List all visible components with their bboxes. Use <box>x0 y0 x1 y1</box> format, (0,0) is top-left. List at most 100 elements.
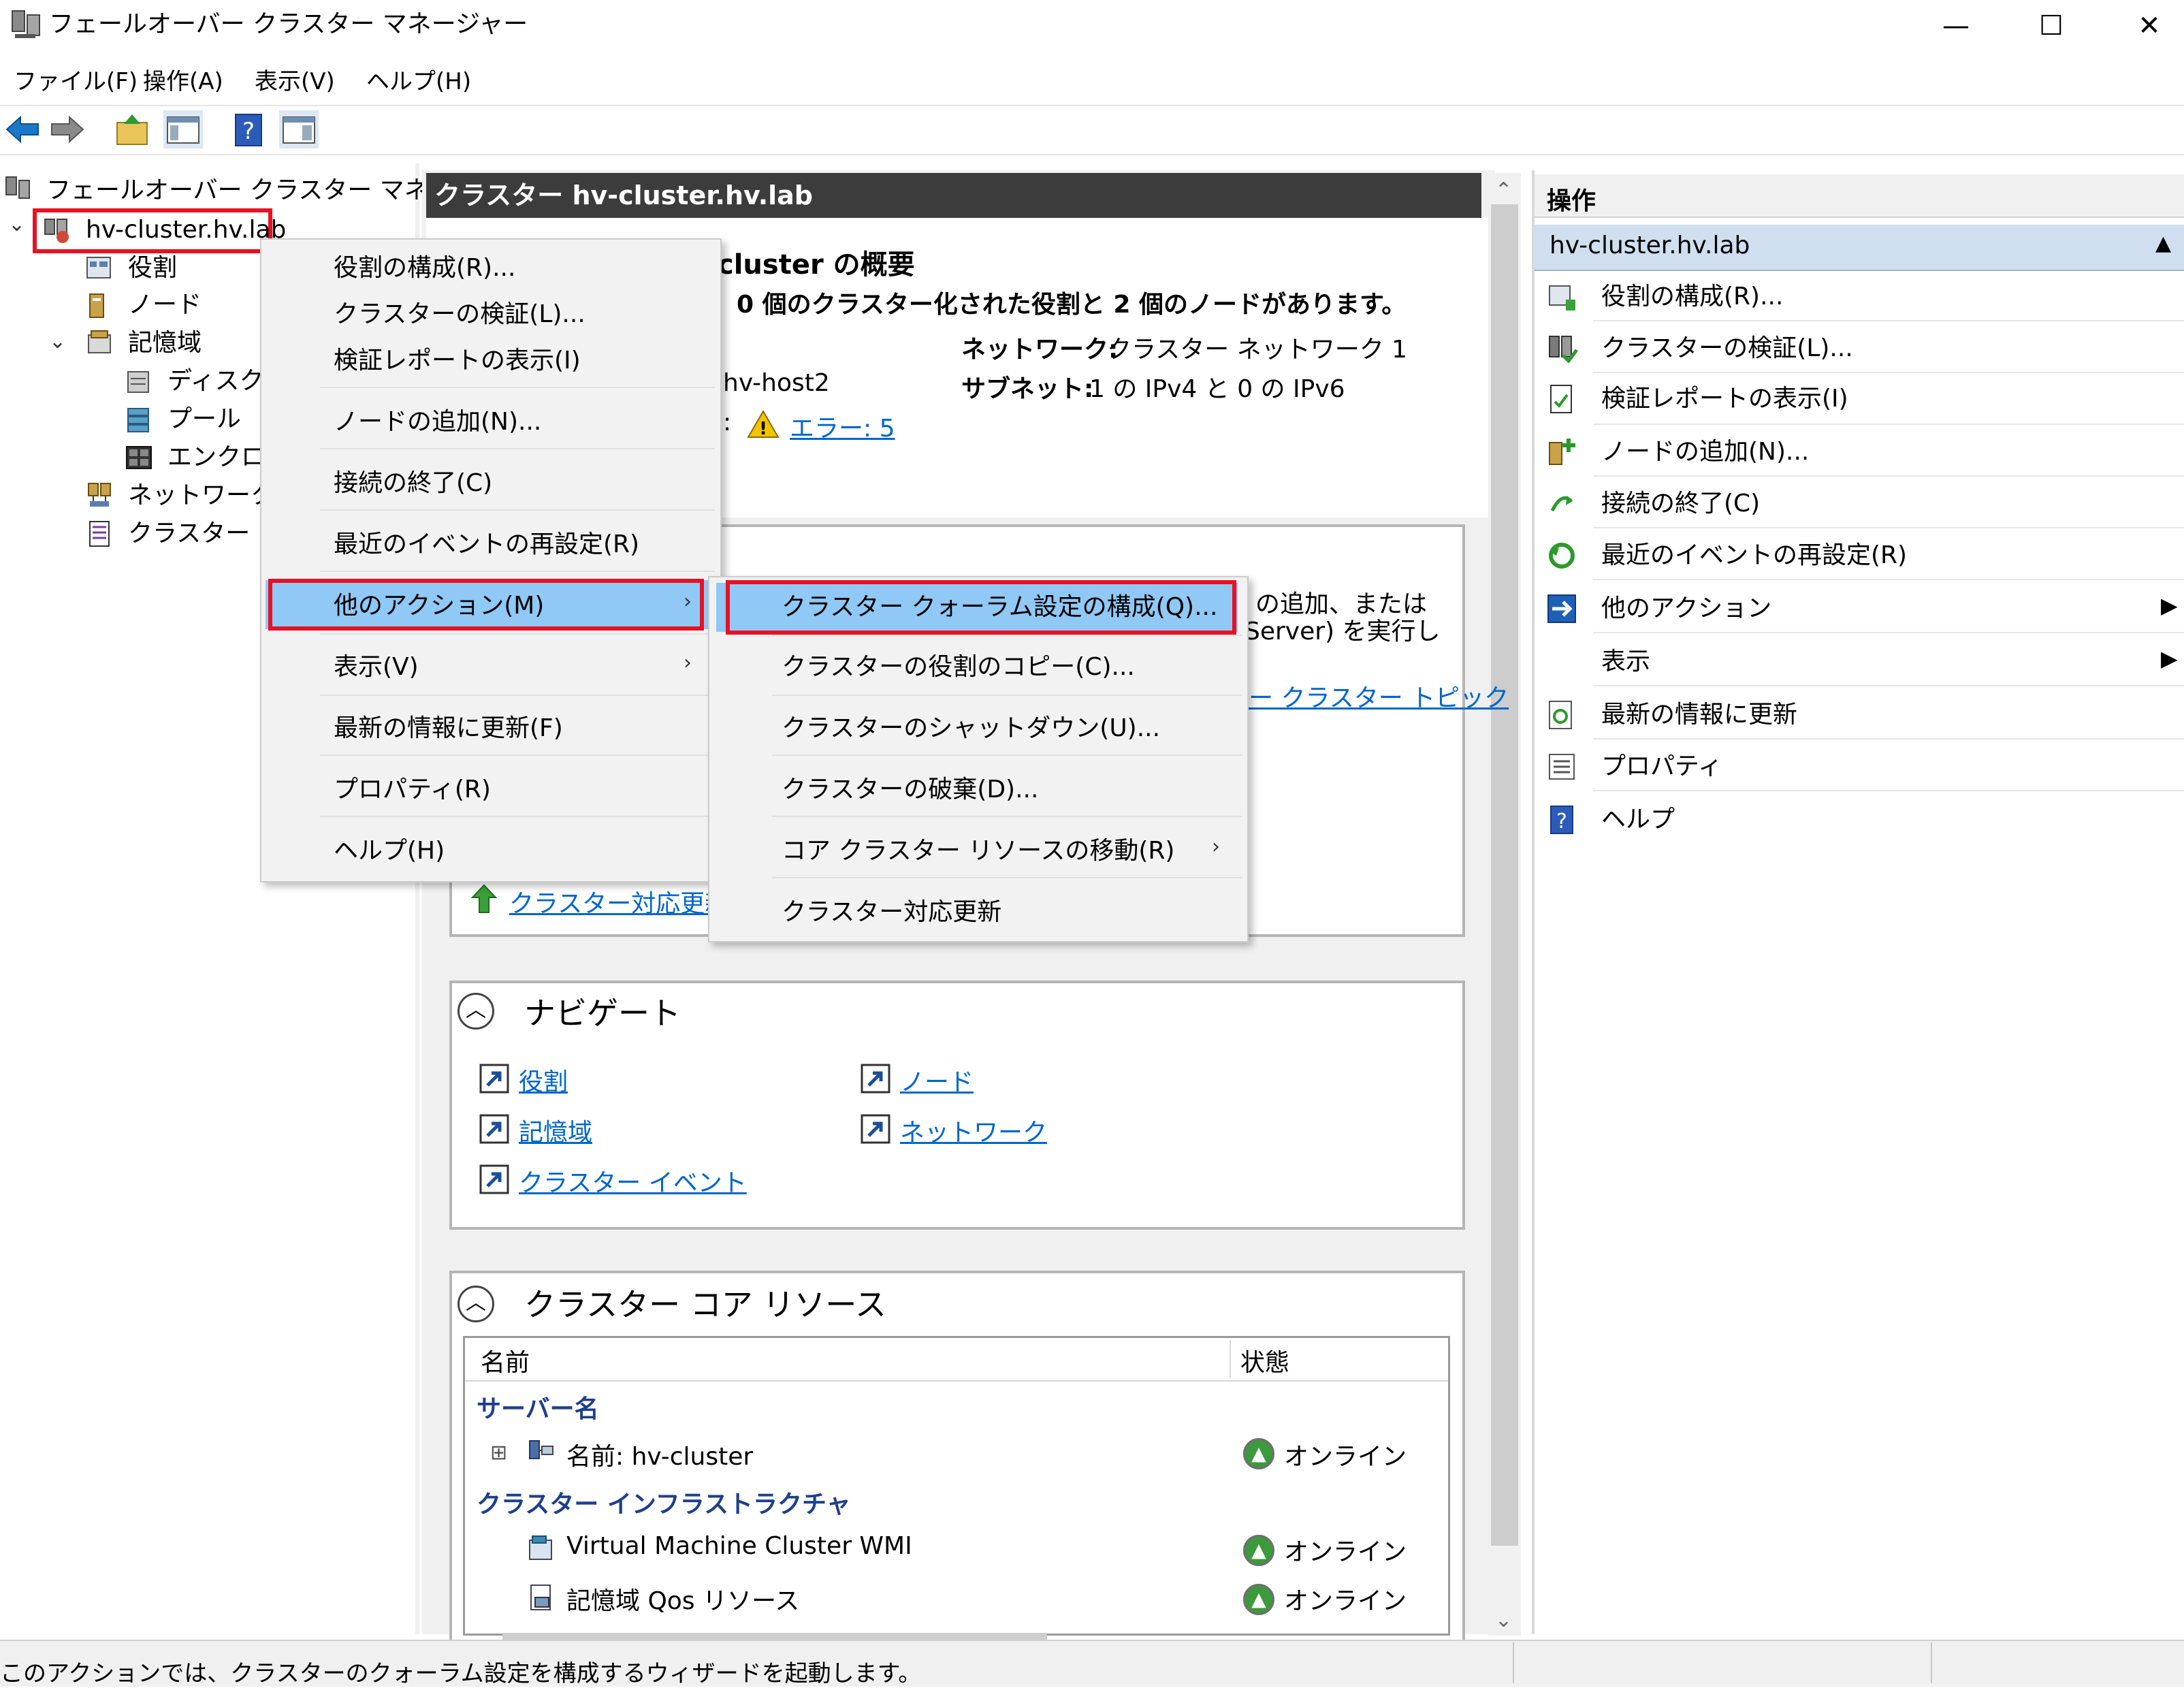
action-reset-recent-events[interactable]: 最近のイベントの再設定(R) <box>1601 539 1907 572</box>
separator <box>772 877 1242 878</box>
group-server-name: サーバー名 <box>477 1395 599 1423</box>
close-button[interactable]: ✕ <box>2119 5 2180 46</box>
separator <box>1593 579 2184 580</box>
action-refresh[interactable]: 最新の情報に更新 <box>1601 699 1797 731</box>
reset-events-icon <box>1549 543 1575 569</box>
server-name-item[interactable]: 名前: hv-cluster <box>566 1437 753 1472</box>
validation-report-icon <box>1550 385 1572 413</box>
ctx-refresh[interactable]: 最新の情報に更新(F) <box>334 712 563 745</box>
menu-action[interactable]: 操作(A) <box>143 65 223 98</box>
tree-roles-label[interactable]: 役割 <box>128 252 177 285</box>
error-events-link[interactable]: エラー: 5 <box>790 409 895 444</box>
menu-file[interactable]: ファイル(F) <box>14 65 138 98</box>
submenu-arrow-icon[interactable]: ▶ <box>2161 646 2178 671</box>
nav-roles-link[interactable]: 役割 <box>519 1062 568 1098</box>
actions-section-title[interactable]: hv-cluster.hv.lab <box>1549 232 1750 259</box>
cluster-topics-link[interactable]: ー クラスター トピック <box>1249 678 1509 714</box>
collapse-core-resources-icon[interactable]: ︿ <box>457 1286 494 1322</box>
svg-text:!: ! <box>759 419 767 439</box>
ctx-help[interactable]: ヘルプ(H) <box>334 835 445 867</box>
nav-cluster-events-link[interactable]: クラスター イベント <box>519 1163 747 1198</box>
vm-cluster-wmi-icon <box>529 1535 552 1560</box>
action-more-actions[interactable]: 他のアクション <box>1601 592 1771 625</box>
storage-icon <box>88 330 111 353</box>
server-name-icon <box>529 1440 553 1459</box>
show-hide-action-pane-icon[interactable] <box>279 110 319 148</box>
minimize-button[interactable]: — <box>1925 5 1987 46</box>
window-title: フェールオーバー クラスター マネージャー <box>49 10 528 38</box>
nav-storage-link[interactable]: 記憶域 <box>519 1113 592 1148</box>
nav-networks-link[interactable]: ネットワーク <box>900 1113 1047 1148</box>
menu-help[interactable]: ヘルプ(H) <box>366 65 471 98</box>
action-view-validation-report[interactable]: 検証レポートの表示(I) <box>1601 383 1848 415</box>
ctx-validate-cluster[interactable]: クラスターの検証(L)... <box>334 298 585 331</box>
properties-icon <box>1549 754 1575 780</box>
cluster-aware-updating-link[interactable]: クラスター対応更新 <box>509 884 729 919</box>
submenu-copy-cluster-roles[interactable]: クラスターの役割のコピー(C)... <box>782 651 1135 684</box>
chevron-down-icon[interactable]: ⌄ <box>49 330 66 353</box>
action-properties[interactable]: プロパティ <box>1601 750 1722 783</box>
separator <box>320 816 715 817</box>
submenu-shutdown-cluster[interactable]: クラスターのシャットダウン(U)... <box>782 712 1160 745</box>
action-add-node[interactable]: ノードの追加(N)... <box>1601 436 1809 468</box>
ctx-properties[interactable]: プロパティ(R) <box>334 774 491 806</box>
tree-nodes-label[interactable]: ノード <box>128 289 202 321</box>
ctx-reset-recent-events[interactable]: 最近のイベントの再設定(R) <box>334 528 639 561</box>
results-scrollbar-thumb[interactable] <box>1491 204 1518 1546</box>
failover-cluster-app-icon <box>12 10 40 38</box>
forward-arrow-icon[interactable] <box>48 110 87 148</box>
action-view[interactable]: 表示 <box>1601 646 1650 678</box>
nav-nodes-link[interactable]: ノード <box>900 1062 974 1098</box>
separator <box>1593 527 2184 528</box>
maximize-button[interactable]: ☐ <box>2021 5 2082 46</box>
action-configure-role[interactable]: 役割の構成(R)... <box>1601 281 1783 313</box>
chevron-down-icon[interactable]: ⌄ <box>8 212 25 236</box>
ctx-close-connection[interactable]: 接続の終了(C) <box>334 467 492 500</box>
chevron-right-icon: › <box>1212 835 1220 859</box>
tree-cluster-label[interactable]: hv-cluster.hv.lab <box>86 214 286 246</box>
separator <box>1593 320 2184 321</box>
ctx-view-validation-report[interactable]: 検証レポートの表示(I) <box>334 345 581 377</box>
submenu-configure-quorum[interactable]: クラスター クォーラム設定の構成(Q)... <box>782 591 1217 624</box>
online-status-icon: ▲ <box>1243 1438 1274 1469</box>
submenu-arrow-icon[interactable]: ▶ <box>2161 592 2178 618</box>
cluster-icon <box>44 219 69 243</box>
collapse-triangle-icon[interactable]: ▲ <box>2155 232 2171 255</box>
ctx-view[interactable]: 表示(V) <box>334 651 419 684</box>
infra-item-vm-cluster-wmi[interactable]: Virtual Machine Cluster WMI <box>566 1532 912 1560</box>
up-folder-icon[interactable] <box>113 110 152 148</box>
more-actions-icon <box>1547 594 1576 623</box>
network-icon <box>88 483 111 507</box>
action-help[interactable]: ヘルプ <box>1601 803 1675 836</box>
help-icon[interactable]: ? <box>229 110 268 148</box>
tree-storage-label[interactable]: 記憶域 <box>128 327 202 360</box>
ctx-configure-role[interactable]: 役割の構成(R)... <box>334 252 515 285</box>
tree-disks-label[interactable]: ディスク <box>167 365 263 398</box>
submenu-move-core-resources[interactable]: コア クラスター リソースの移動(R) <box>782 835 1174 867</box>
column-header-status[interactable]: 状態 <box>1240 1343 1289 1378</box>
action-validate-cluster[interactable]: クラスターの検証(L)... <box>1601 332 1853 365</box>
column-header-name[interactable]: 名前 <box>481 1343 530 1378</box>
expand-icon[interactable]: ⊞ <box>490 1441 507 1465</box>
ctx-add-node[interactable]: ノードの追加(N)... <box>334 406 541 439</box>
back-arrow-icon[interactable] <box>3 110 42 148</box>
submenu-cluster-aware-updating[interactable]: クラスター対応更新 <box>782 896 1001 929</box>
scroll-up-arrow-icon[interactable]: ⌃ <box>1495 178 1512 202</box>
show-hide-console-tree-icon[interactable] <box>163 110 203 148</box>
scroll-down-arrow-icon[interactable]: ⌄ <box>1495 1608 1512 1632</box>
menu-view[interactable]: 表示(V) <box>255 65 335 98</box>
separator <box>1593 632 2184 633</box>
collapse-navigate-icon[interactable]: ︿ <box>457 993 494 1030</box>
separator <box>1593 475 2184 477</box>
action-close-connection[interactable]: 接続の終了(C) <box>1601 488 1760 520</box>
close-connection-icon <box>1550 496 1573 512</box>
tree-pools-label[interactable]: プール <box>167 403 241 436</box>
column-divider[interactable] <box>1230 1340 1231 1378</box>
separator <box>320 695 715 696</box>
infra-item-storage-qos[interactable]: 記憶域 Qos リソース <box>566 1581 799 1617</box>
tree-networks-label[interactable]: ネットワーク <box>128 479 275 512</box>
submenu-destroy-cluster[interactable]: クラスターの破棄(D)... <box>782 774 1038 806</box>
actions-header: 操作 <box>1547 187 1596 215</box>
configure-role-icon <box>1549 285 1575 310</box>
ctx-more-actions[interactable]: 他のアクション(M) <box>334 590 544 622</box>
